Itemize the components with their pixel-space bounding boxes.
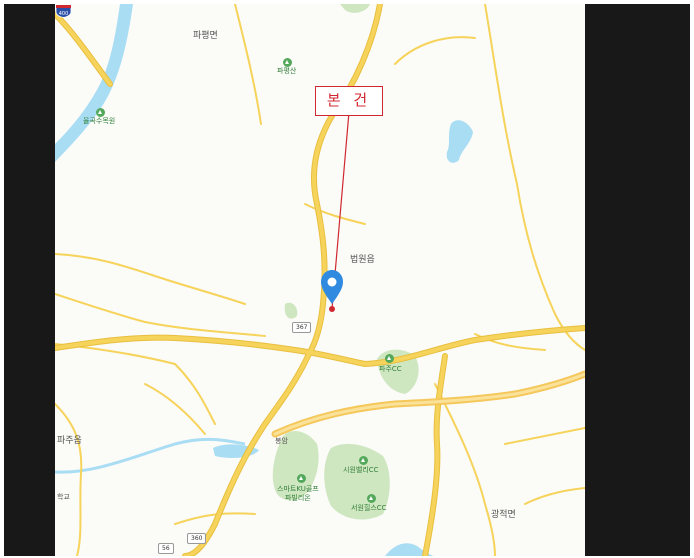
road-shield-56: 56 bbox=[158, 543, 174, 554]
golf-area-3 bbox=[284, 302, 298, 319]
papyeongsan-area bbox=[340, 4, 370, 13]
place-label-bongam: 봉암 bbox=[275, 437, 288, 445]
poi-label-smart-ku: 스마트KU골프 파빌리온 bbox=[277, 485, 319, 502]
place-label-papyeong: 파평면 bbox=[193, 31, 218, 41]
road-shield-367: 367 bbox=[292, 322, 312, 333]
map-view[interactable]: 400 파평면 법원읍 파주읍 광적면 봉암 학교 파평산 율곡수목원 파주CC… bbox=[55, 4, 585, 556]
golf-icon bbox=[385, 354, 394, 363]
place-label-gwangjeok: 광적면 bbox=[491, 510, 516, 520]
park-icon bbox=[96, 108, 105, 117]
poi-label-sihwa-cc: 시원밸리CC bbox=[343, 466, 379, 474]
left-letterbox bbox=[4, 4, 55, 556]
place-label-beobwon: 법원읍 bbox=[350, 255, 375, 265]
reservoir bbox=[446, 120, 473, 163]
poi-label-guksu: 율곡수목원 bbox=[83, 117, 116, 125]
expressway bbox=[271, 370, 585, 438]
screen: 400 파평면 법원읍 파주읍 광적면 봉암 학교 파평산 율곡수목원 파주CC… bbox=[0, 0, 694, 558]
golf-icon bbox=[297, 474, 306, 483]
subject-property-callout: 본 건 bbox=[315, 86, 383, 116]
golf-icon bbox=[367, 494, 376, 503]
school-label: 학교 bbox=[57, 493, 70, 501]
svg-text:400: 400 bbox=[59, 11, 69, 17]
right-letterbox bbox=[585, 4, 690, 556]
pin-point bbox=[329, 306, 335, 312]
poi-label-paju-cc: 파주CC bbox=[379, 365, 402, 373]
park-icon bbox=[283, 58, 292, 67]
poi-label-seowon-cc: 서원힐스CC bbox=[351, 504, 387, 512]
expressway-shield-icon: 400 bbox=[55, 4, 72, 18]
place-label-paju-eup: 파주읍 bbox=[57, 436, 82, 446]
road-shield-360: 360 bbox=[187, 533, 207, 544]
golf-icon bbox=[359, 456, 368, 465]
poi-label-papyeongsan: 파평산 bbox=[277, 67, 297, 75]
